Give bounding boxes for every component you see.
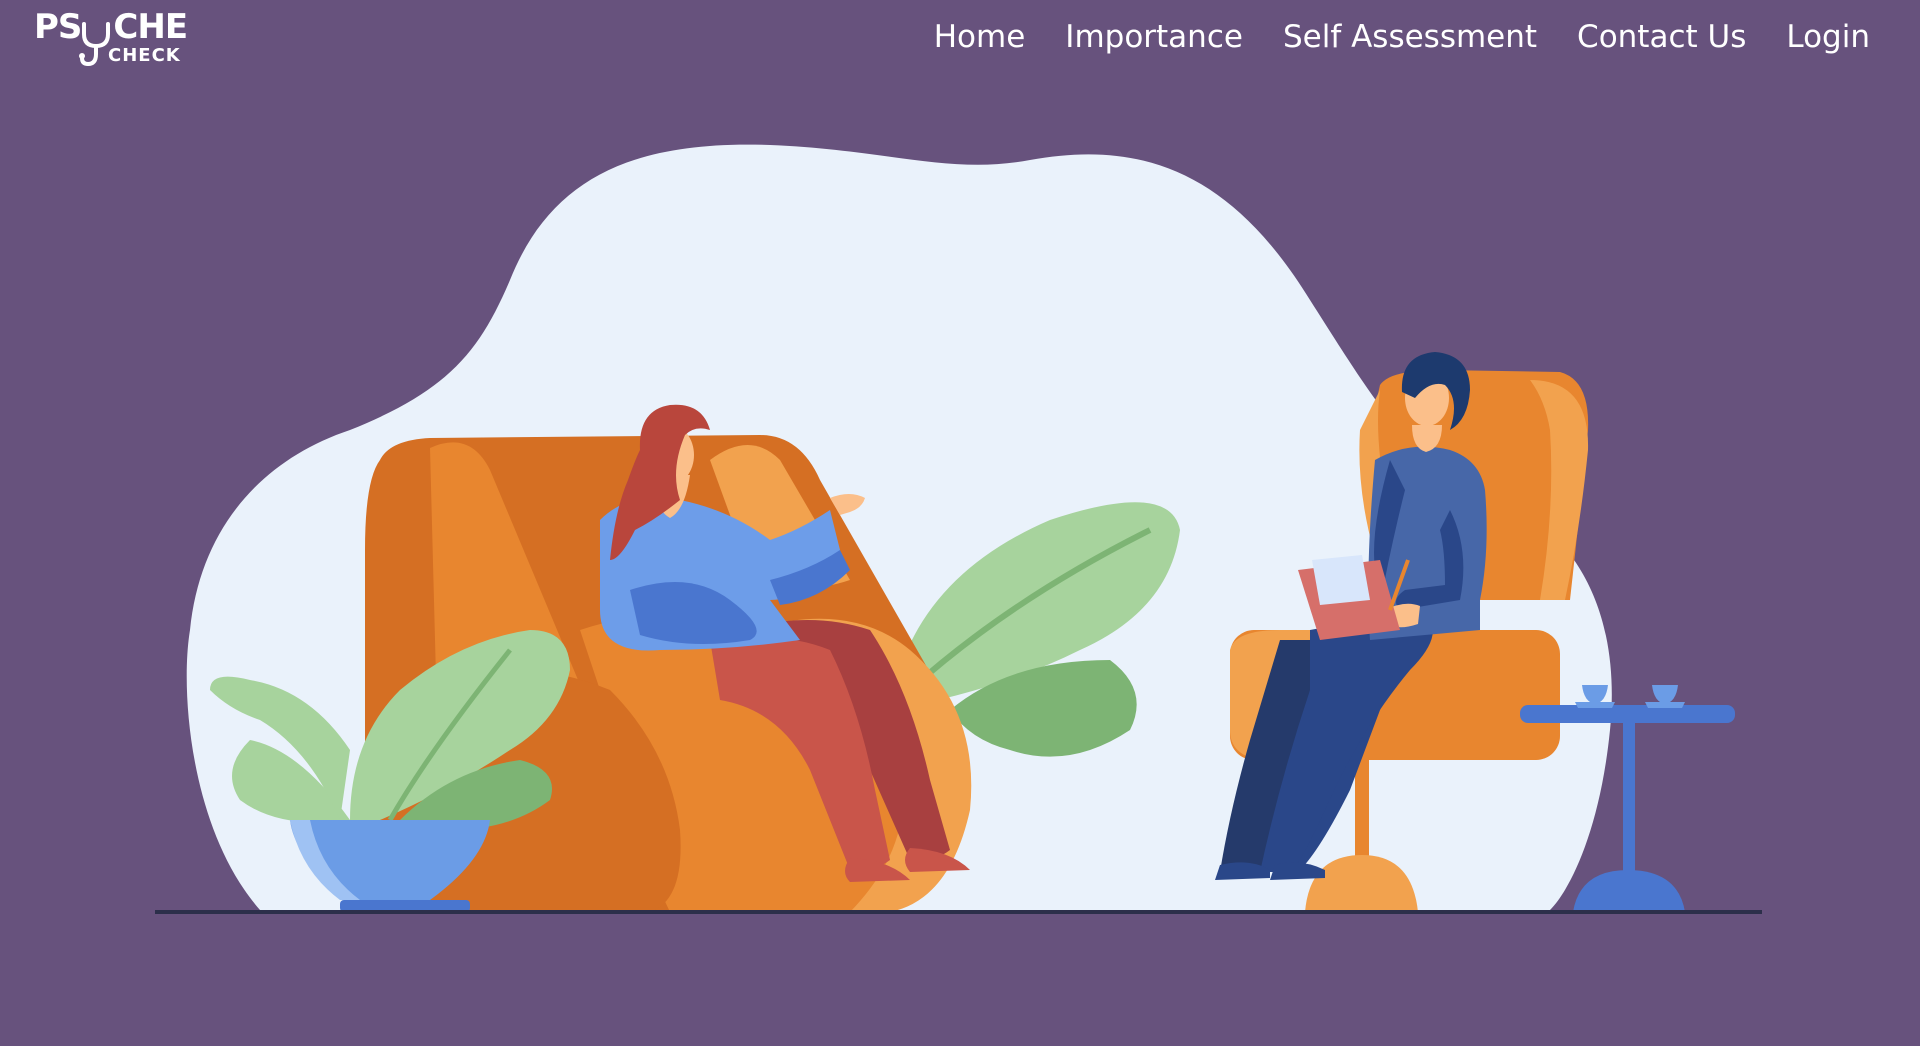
nav-contact-us-link[interactable]: Contact Us	[1577, 14, 1746, 60]
landing-page: PS CHE CHECK Home Importance Self Assessm…	[0, 0, 1920, 1046]
logo-wordmark-bottom: CHECK	[108, 45, 181, 66]
navbar: PS CHE CHECK Home Importance Self Assessm…	[0, 0, 1920, 80]
hero-illustration	[150, 130, 1770, 930]
nav-login-link[interactable]: Login	[1786, 14, 1870, 60]
teacup-icon	[1645, 685, 1685, 708]
psyche-check-logo[interactable]: PS CHE CHECK	[34, 8, 188, 67]
nav-home-link[interactable]: Home	[934, 14, 1026, 60]
nav-self-assessment-link[interactable]: Self Assessment	[1283, 14, 1537, 60]
nav-menu: Home Importance Self Assessment Contact …	[934, 14, 1870, 60]
therapy-session-illustration	[155, 144, 1762, 914]
nav-importance-link[interactable]: Importance	[1065, 14, 1243, 60]
